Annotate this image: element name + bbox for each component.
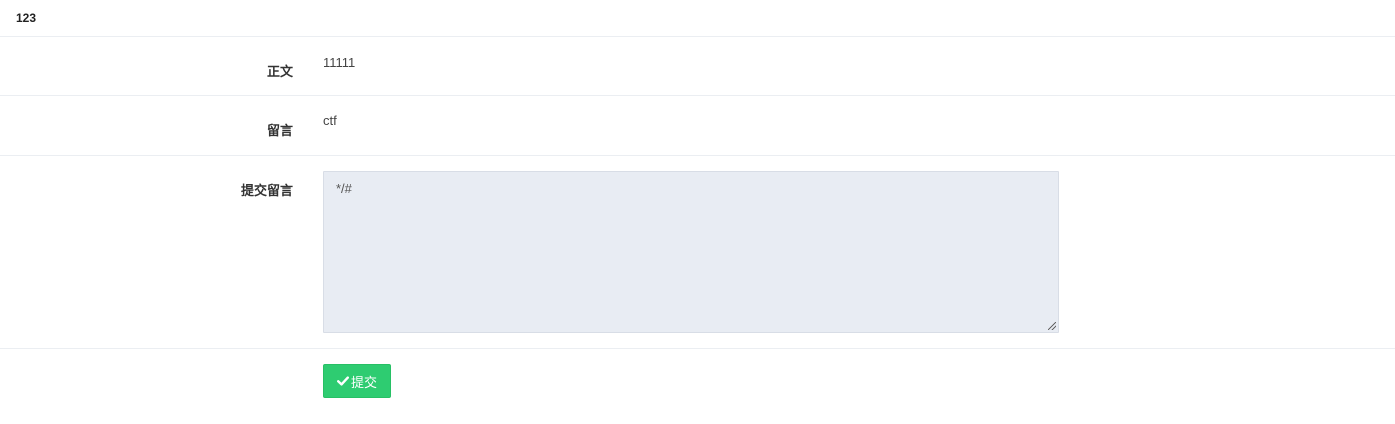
body-value: 11111 bbox=[323, 55, 356, 70]
submit-button[interactable]: 提交 bbox=[323, 364, 391, 398]
resize-grip-icon[interactable] bbox=[1048, 322, 1056, 330]
comment-label: 留言 bbox=[266, 123, 293, 138]
body-label: 正文 bbox=[266, 64, 293, 79]
row-comment: 留言 ctf bbox=[0, 96, 1395, 156]
comment-textarea-value: */# bbox=[336, 181, 352, 196]
panel-title: 123 bbox=[0, 0, 1395, 37]
row-actions: 提交 bbox=[0, 349, 1395, 424]
row-submit-comment: 提交留言 */# bbox=[0, 156, 1395, 349]
comment-textarea[interactable]: */# bbox=[323, 171, 1059, 333]
check-icon bbox=[336, 376, 349, 386]
page-title: 123 bbox=[16, 11, 37, 25]
row-body: 正文 11111 bbox=[0, 37, 1395, 96]
submit-button-label: 提交 bbox=[350, 374, 377, 390]
submit-comment-label: 提交留言 bbox=[240, 183, 293, 198]
comment-value: ctf bbox=[323, 113, 337, 128]
